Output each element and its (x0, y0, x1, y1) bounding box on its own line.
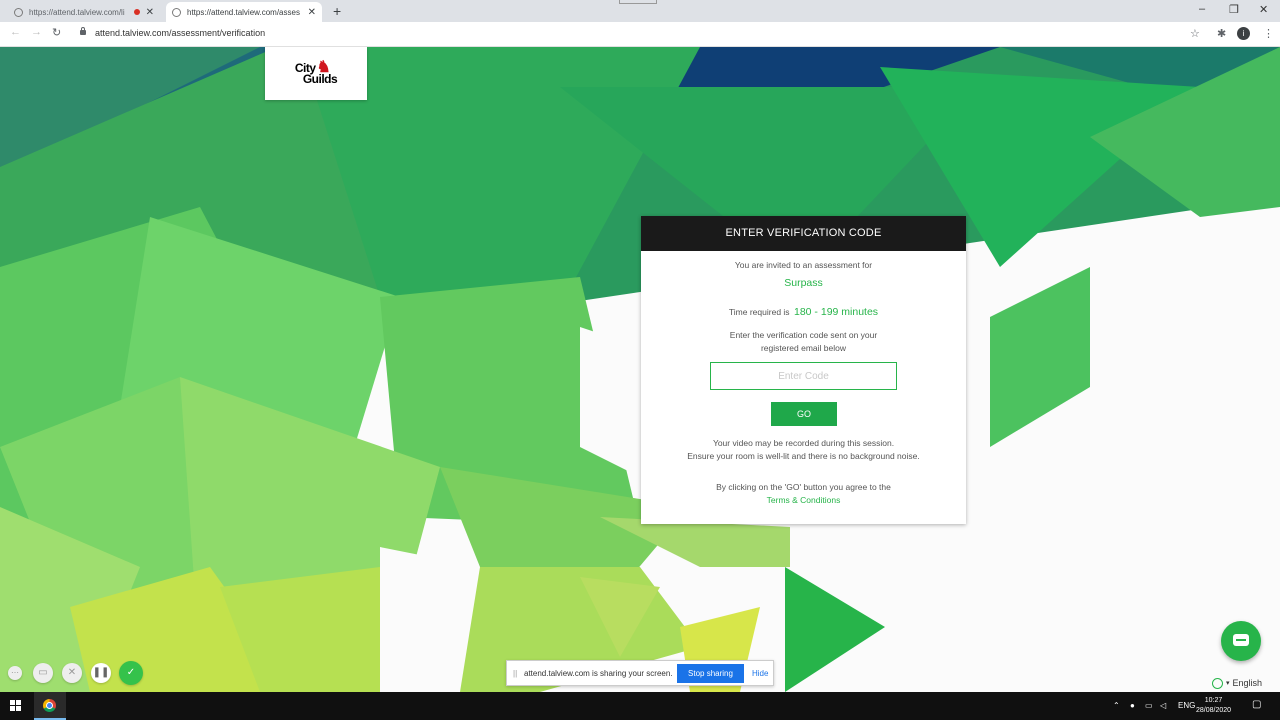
go-button[interactable]: GO (771, 402, 837, 426)
page-content: City♞ Guilds ENTER VERIFICATION CODE You… (0, 47, 1280, 692)
globe-icon (172, 7, 181, 17)
chrome-taskbar-button[interactable] (34, 692, 66, 720)
card-header: ENTER VERIFICATION CODE (641, 216, 966, 251)
video-line-2: Ensure your room is well-lit and there i… (687, 451, 920, 461)
stop-sharing-button[interactable]: Stop sharing (677, 664, 744, 683)
windows-start-icon[interactable] (10, 700, 22, 712)
tab-title: https://attend.talview.com/asses (187, 7, 300, 17)
language-label: English (1232, 678, 1263, 688)
language-selector[interactable]: ▾ English (1212, 675, 1262, 691)
instruction-text: Enter the verification code sent on your… (641, 329, 966, 355)
instruction-line-2: registered email below (760, 343, 847, 353)
globe-icon (14, 7, 23, 17)
logo-line-2: Guilds (302, 72, 338, 86)
share-message: attend.talview.com is sharing your scree… (524, 669, 673, 678)
video-line-1: Your video may be recorded during this s… (712, 438, 895, 448)
volume-icon[interactable]: ◁ (1160, 701, 1166, 710)
menu-dots-icon[interactable]: ⋮ (1263, 27, 1274, 40)
tab-talview-live[interactable]: https://attend.talview.com/li ✕ (8, 2, 160, 22)
minimize-button[interactable]: – (1199, 3, 1205, 15)
pause-icon[interactable]: ❚❚ (91, 663, 111, 683)
taskbar-clock[interactable]: 10:27 28/08/2020 (1196, 696, 1231, 716)
bookmark-star-icon[interactable]: ☆ (1190, 27, 1200, 40)
drag-handle-icon[interactable]: || (513, 669, 517, 678)
close-tab-icon[interactable]: ✕ (308, 7, 316, 18)
extensions-icon[interactable]: ✱ (1217, 27, 1226, 40)
back-icon[interactable]: ← (10, 26, 21, 38)
url-field[interactable]: attend.talview.com/assessment/verificati… (95, 28, 265, 38)
screen-notch (619, 0, 657, 4)
language-indicator[interactable]: ENG (1178, 701, 1195, 710)
terms-prefix: By clicking on the 'GO' button you agree… (716, 482, 891, 492)
screen-share-bar: || attend.talview.com is sharing your sc… (506, 660, 774, 686)
globe-icon (1212, 677, 1223, 689)
reload-icon[interactable]: ↻ (52, 26, 61, 39)
notifications-icon[interactable]: ▢ (1252, 699, 1261, 710)
terms-notice: By clicking on the 'GO' button you agree… (641, 481, 966, 507)
time-prefix: Time required is (728, 307, 790, 317)
instruction-line-1: Enter the verification code sent on your (729, 330, 878, 340)
close-tab-icon[interactable]: ✕ (146, 7, 154, 18)
restore-button[interactable]: ❐ (1229, 3, 1239, 16)
assessment-name: Surpass (784, 277, 823, 289)
clock-time: 10:27 (1204, 697, 1223, 704)
more-icon[interactable]: ⋯ (8, 666, 22, 680)
camera-icon[interactable]: ▭ (33, 663, 53, 683)
tab-talview-assessment[interactable]: https://attend.talview.com/asses ✕ (166, 2, 322, 22)
verification-code-input[interactable] (710, 362, 897, 390)
address-bar: ← → ↻ attend.talview.com/assessment/veri… (0, 22, 1280, 47)
forward-icon[interactable]: → (31, 26, 42, 38)
recording-icon (133, 9, 140, 15)
microphone-icon[interactable]: ● (1130, 701, 1135, 710)
hide-link[interactable]: Hide (752, 669, 768, 678)
time-required: Time required is 180 - 199 minutes (641, 302, 966, 320)
triangle-background (0, 47, 1280, 692)
close-window-button[interactable]: ✕ (1259, 3, 1268, 16)
check-icon[interactable]: ✓ (119, 661, 143, 685)
chrome-icon (43, 699, 56, 712)
network-icon[interactable]: ▭ (1145, 701, 1153, 710)
windows-taskbar: ⌃ ● ▭ ◁ ENG 10:27 28/08/2020 ▢ (0, 692, 1280, 720)
video-notice: Your video may be recorded during this s… (641, 437, 966, 463)
profile-avatar[interactable]: i (1237, 27, 1250, 40)
time-value: 180 - 199 minutes (794, 306, 879, 318)
terms-link[interactable]: Terms & Conditions (767, 495, 841, 505)
browser-tab-strip: https://attend.talview.com/li ✕ https://… (0, 0, 1280, 22)
tray-chevron-icon[interactable]: ⌃ (1113, 701, 1120, 710)
clock-date: 28/08/2020 (1196, 707, 1232, 714)
lock-icon (80, 27, 86, 35)
city-guilds-logo: City♞ Guilds (265, 47, 367, 100)
logo-text: City♞ Guilds (295, 60, 338, 86)
new-tab-button[interactable]: + (333, 3, 341, 19)
invited-text: You are invited to an assessment for (734, 260, 873, 270)
verification-card: ENTER VERIFICATION CODE You are invited … (641, 216, 966, 524)
chevron-down-icon: ▾ (1226, 680, 1230, 687)
tab-title: https://attend.talview.com/li (29, 7, 125, 17)
close-icon[interactable]: ✕ (62, 663, 82, 683)
chat-icon[interactable] (1221, 621, 1261, 661)
